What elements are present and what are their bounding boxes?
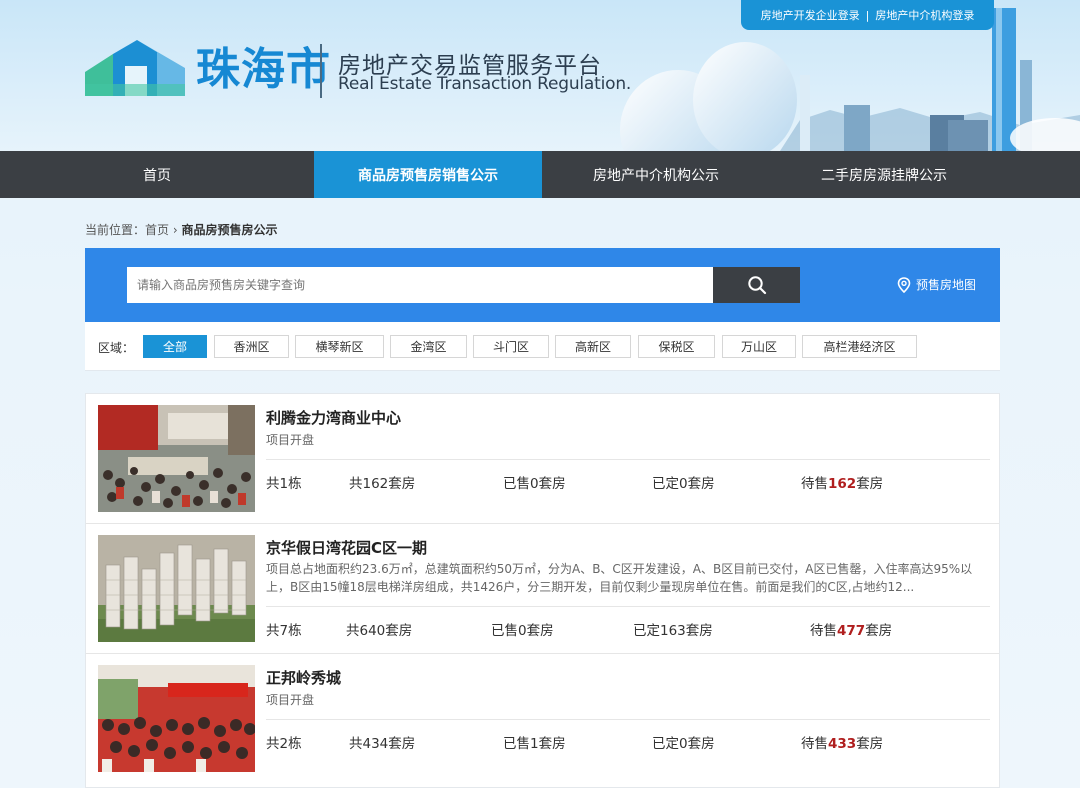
nav-item-presale-sales[interactable]: 商品房预售房销售公示 [314,151,542,198]
sold-units: 已售0套房 [503,476,566,492]
stat-divider [266,719,990,720]
nav-item-home[interactable]: 首页 [0,151,314,198]
search-icon [747,276,766,295]
listing-photo[interactable] [98,665,255,772]
filter-tag-gaolangang[interactable]: 高栏港经济区 [802,335,917,358]
listing-description: 项目开盘 [266,693,315,707]
reserved-units: 已定0套房 [652,476,715,492]
filter-tag-xiangzhou[interactable]: 香洲区 [214,335,289,358]
platform-title-en: Real Estate Transaction Regulation. [338,74,632,94]
building-count: 共2栋 [266,736,302,752]
available-number: 477 [837,623,866,639]
map-pin-icon [897,276,911,293]
listing-title[interactable]: 利腾金力湾商业中心 [266,407,401,428]
agency-login-link[interactable]: 房地产中介机构登录 [875,7,974,23]
filter-tag-hengqin[interactable]: 横琴新区 [295,335,384,358]
site-header: 房地产开发企业登录 | 房地产中介机构登录 珠海市 房地产交易监管服务平台 Re… [0,0,1080,151]
breadcrumb-home-link[interactable]: 首页 [145,223,169,237]
stat-divider [266,459,990,460]
sold-units: 已售0套房 [491,623,554,639]
login-separator: | [865,8,870,22]
listing-title[interactable]: 正邦岭秀城 [266,667,341,688]
total-units: 共640套房 [346,623,413,639]
building-count: 共7栋 [266,623,302,639]
main-nav: 首页 商品房预售房销售公示 房地产中介机构公示 二手房房源挂牌公示 [0,151,1080,198]
listing-photo[interactable] [98,535,255,642]
presale-map-link[interactable]: 预售房地图 [897,276,976,293]
building-model-photo [98,535,255,642]
building-count: 共1栋 [266,476,302,492]
search-button[interactable] [713,267,800,303]
available-suffix: 套房 [856,736,884,752]
available-prefix: 待售 [801,476,828,492]
total-units: 共434套房 [349,736,416,752]
logo-divider [320,44,322,98]
filter-tag-baoshui[interactable]: 保税区 [638,335,715,358]
nav-item-secondhand-listing[interactable]: 二手房房源挂牌公示 [770,151,998,198]
site-logo-icon[interactable] [85,38,185,98]
search-panel: 预售房地图 [85,248,1000,322]
available-units: 待售477套房 [810,619,892,639]
listing-title[interactable]: 京华假日湾花园C区一期 [266,537,427,558]
nav-item-agency-notice[interactable]: 房地产中介机构公示 [542,151,770,198]
total-units: 共162套房 [349,476,416,492]
search-input[interactable] [127,267,713,303]
listing-description: 项目开盘 [266,433,315,447]
filter-label: 区域： [98,341,135,355]
listing-description: 项目总占地面积约23.6万㎡，总建筑面积约50万㎡，分为A、B、C区开发建设，A… [266,562,973,594]
list-item: 京华假日湾花园C区一期 项目总占地面积约23.6万㎡，总建筑面积约50万㎡，分为… [86,524,999,654]
city-name: 珠海市 [196,44,331,95]
available-units: 待售162套房 [801,472,883,492]
available-number: 433 [828,736,857,752]
breadcrumb-prefix: 当前位置： [85,223,146,237]
filter-tag-all[interactable]: 全部 [143,335,207,358]
list-item: 利腾金力湾商业中心 项目开盘 共1栋 共162套房 已售0套房 已定0套房 待售… [86,394,999,524]
breadcrumb: 当前位置：首页 › 商品房预售房公示 [85,221,278,238]
available-number: 162 [828,476,857,492]
reserved-units: 已定0套房 [652,736,715,752]
sold-units: 已售1套房 [503,736,566,752]
login-bar: 房地产开发企业登录 | 房地产中介机构登录 [741,0,994,30]
listing-photo[interactable] [98,405,255,512]
filter-tag-wanshan[interactable]: 万山区 [722,335,796,358]
available-suffix: 套房 [856,476,884,492]
listing-list: 利腾金力湾商业中心 项目开盘 共1栋 共162套房 已售0套房 已定0套房 待售… [85,393,1000,788]
available-suffix: 套房 [865,623,893,639]
list-item: 正邦岭秀城 项目开盘 共2栋 共434套房 已售1套房 已定0套房 待售433套… [86,654,999,787]
developer-login-link[interactable]: 房地产开发企业登录 [761,7,860,23]
opening-event-photo [98,665,255,772]
filter-tag-doumen[interactable]: 斗门区 [473,335,549,358]
reserved-units: 已定163套房 [633,623,713,639]
available-units: 待售433套房 [801,732,883,752]
breadcrumb-current: 商品房预售房公示 [181,223,278,237]
filter-tag-gaoxin[interactable]: 高新区 [555,335,631,358]
breadcrumb-arrow: › [172,223,178,237]
presale-map-label: 预售房地图 [916,278,977,292]
filter-tag-jinwan[interactable]: 金湾区 [390,335,467,358]
available-prefix: 待售 [810,623,837,639]
stat-divider [266,606,990,607]
district-filter: 区域： 全部 香洲区 横琴新区 金湾区 斗门区 高新区 保税区 万山区 高栏港经… [85,322,1000,371]
available-prefix: 待售 [801,736,828,752]
sales-hall-photo [98,405,255,512]
